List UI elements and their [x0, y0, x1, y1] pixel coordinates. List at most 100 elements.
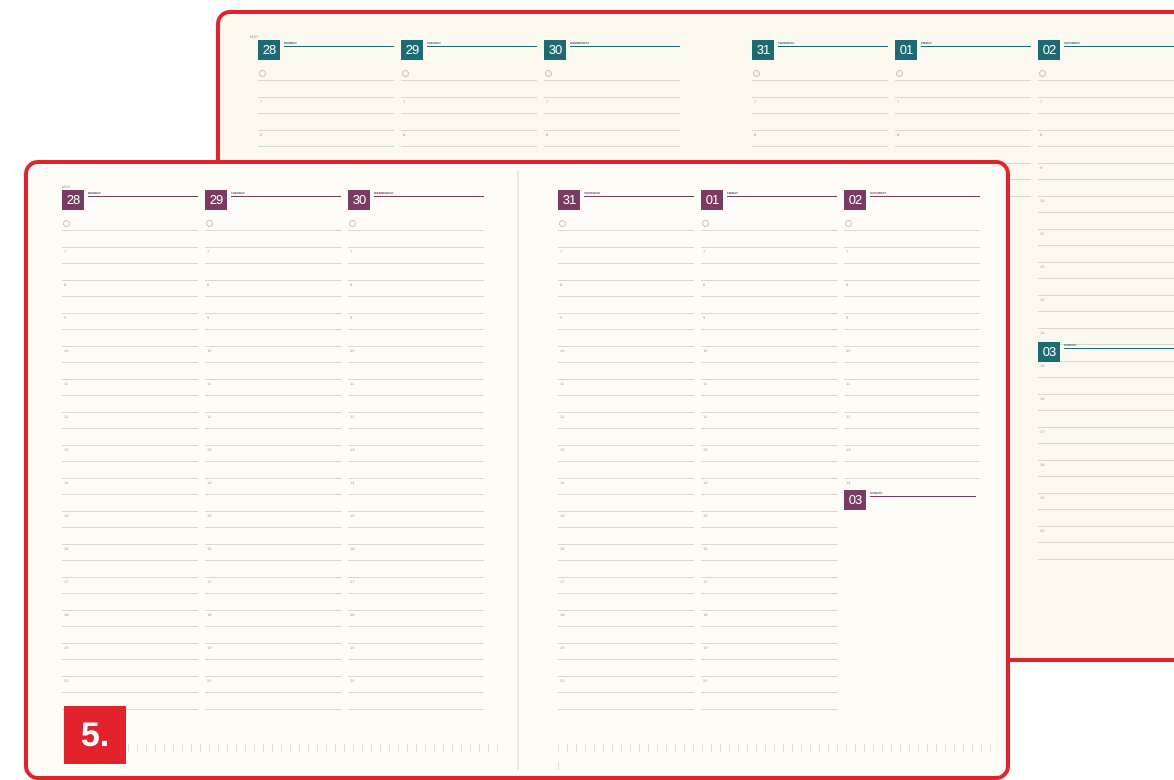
- writing-line[interactable]: [348, 378, 484, 380]
- writing-line[interactable]: [1038, 377, 1174, 378]
- writing-line[interactable]: [1038, 426, 1174, 428]
- writing-line[interactable]: [558, 642, 694, 644]
- writing-line[interactable]: [1038, 525, 1174, 527]
- writing-line[interactable]: [558, 263, 694, 264]
- writing-line[interactable]: [558, 477, 694, 479]
- writing-line[interactable]: [348, 461, 484, 462]
- writing-line[interactable]: [844, 378, 980, 380]
- writing-line[interactable]: [348, 527, 484, 528]
- writing-line[interactable]: [1038, 278, 1174, 279]
- writing-line[interactable]: [401, 113, 537, 114]
- writing-line[interactable]: [844, 428, 980, 429]
- writing-line[interactable]: [701, 461, 837, 462]
- writing-line[interactable]: [558, 329, 694, 330]
- writing-line[interactable]: [1038, 327, 1174, 329]
- writing-line[interactable]: [558, 461, 694, 462]
- writing-line[interactable]: [558, 708, 694, 710]
- writing-line[interactable]: [348, 708, 484, 710]
- writing-line[interactable]: [895, 80, 1031, 81]
- writing-line[interactable]: [701, 263, 837, 264]
- writing-line[interactable]: [62, 659, 198, 660]
- writing-line[interactable]: [558, 279, 694, 281]
- writing-line[interactable]: [701, 609, 837, 611]
- writing-line[interactable]: [348, 626, 484, 627]
- writing-line[interactable]: [258, 146, 394, 147]
- writing-line[interactable]: [1038, 179, 1174, 180]
- writing-line[interactable]: [701, 708, 837, 710]
- writing-line[interactable]: [348, 345, 484, 347]
- writing-line[interactable]: [205, 675, 341, 677]
- writing-line[interactable]: [348, 279, 484, 281]
- writing-line[interactable]: [205, 263, 341, 264]
- writing-line[interactable]: [544, 96, 680, 98]
- writing-line[interactable]: [205, 411, 341, 413]
- writing-line[interactable]: [701, 395, 837, 396]
- writing-line[interactable]: [1038, 228, 1174, 230]
- writing-line[interactable]: [701, 477, 837, 479]
- writing-line[interactable]: [1038, 113, 1174, 114]
- writing-line[interactable]: [752, 80, 888, 81]
- writing-line[interactable]: [62, 527, 198, 528]
- writing-line[interactable]: [844, 230, 980, 231]
- writing-line[interactable]: [348, 477, 484, 479]
- writing-line[interactable]: [558, 428, 694, 429]
- writing-line[interactable]: [701, 642, 837, 644]
- writing-line[interactable]: [205, 642, 341, 644]
- writing-line[interactable]: [1038, 294, 1174, 296]
- writing-line[interactable]: [401, 96, 537, 98]
- writing-line[interactable]: [258, 80, 394, 81]
- writing-line[interactable]: [348, 428, 484, 429]
- writing-line[interactable]: [752, 113, 888, 114]
- writing-line[interactable]: [62, 362, 198, 363]
- writing-line[interactable]: [895, 146, 1031, 147]
- writing-line[interactable]: [701, 510, 837, 512]
- writing-line[interactable]: [544, 113, 680, 114]
- writing-line[interactable]: [62, 279, 198, 281]
- writing-line[interactable]: [844, 477, 980, 479]
- writing-line[interactable]: [701, 296, 837, 297]
- writing-line[interactable]: [62, 560, 198, 561]
- writing-line[interactable]: [844, 461, 980, 462]
- writing-line[interactable]: [62, 428, 198, 429]
- writing-line[interactable]: [558, 312, 694, 314]
- writing-line[interactable]: [62, 444, 198, 446]
- writing-line[interactable]: [1038, 476, 1174, 477]
- writing-line[interactable]: [205, 708, 341, 710]
- writing-line[interactable]: [558, 345, 694, 347]
- writing-line[interactable]: [895, 96, 1031, 98]
- writing-line[interactable]: [205, 461, 341, 462]
- writing-line[interactable]: [205, 345, 341, 347]
- writing-line[interactable]: [205, 395, 341, 396]
- writing-line[interactable]: [701, 230, 837, 231]
- writing-line[interactable]: [1038, 393, 1174, 395]
- writing-line[interactable]: [1038, 96, 1174, 98]
- writing-line[interactable]: [401, 146, 537, 147]
- writing-line[interactable]: [62, 494, 198, 495]
- writing-line[interactable]: [401, 129, 537, 131]
- writing-line[interactable]: [205, 279, 341, 281]
- writing-line[interactable]: [558, 246, 694, 248]
- writing-line[interactable]: [895, 129, 1031, 131]
- writing-line[interactable]: [348, 659, 484, 660]
- writing-line[interactable]: [558, 510, 694, 512]
- writing-line[interactable]: [62, 378, 198, 380]
- writing-line[interactable]: [558, 609, 694, 611]
- writing-line[interactable]: [558, 626, 694, 627]
- writing-line[interactable]: [558, 494, 694, 495]
- writing-line[interactable]: [701, 279, 837, 281]
- writing-line[interactable]: [62, 296, 198, 297]
- writing-line[interactable]: [1038, 410, 1174, 411]
- writing-line[interactable]: [348, 593, 484, 594]
- writing-line[interactable]: [701, 494, 837, 495]
- writing-line[interactable]: [348, 296, 484, 297]
- writing-line[interactable]: [62, 477, 198, 479]
- writing-line[interactable]: [895, 113, 1031, 114]
- writing-line[interactable]: [558, 692, 694, 693]
- writing-line[interactable]: [205, 527, 341, 528]
- writing-line[interactable]: [348, 362, 484, 363]
- writing-line[interactable]: [558, 296, 694, 297]
- writing-line[interactable]: [701, 692, 837, 693]
- writing-line[interactable]: [348, 510, 484, 512]
- writing-line[interactable]: [701, 362, 837, 363]
- writing-line[interactable]: [62, 626, 198, 627]
